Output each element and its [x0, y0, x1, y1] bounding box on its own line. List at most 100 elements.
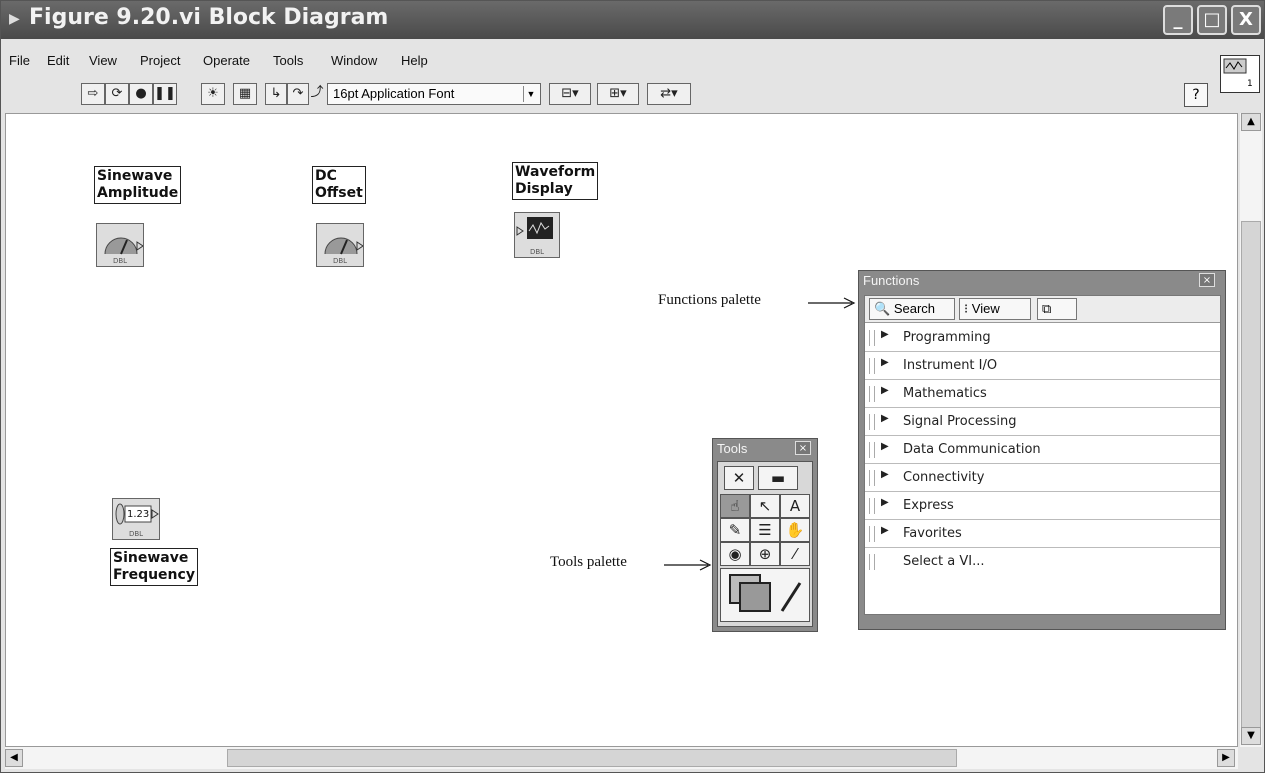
menu-bar: File Edit View Project Operate Tools Win…	[1, 53, 1201, 75]
window-title: Figure 9.20.vi Block Diagram	[29, 5, 389, 30]
search-label: Search	[893, 301, 936, 316]
step-over-icon[interactable]: ↷	[287, 83, 309, 105]
app-icon: ▶	[9, 11, 20, 27]
category-signal-processing[interactable]: ▶ Signal Processing	[865, 408, 1220, 436]
menu-edit[interactable]: Edit	[47, 53, 69, 68]
expand-triangle-icon: ▶	[881, 357, 889, 368]
minimize-button[interactable]: _	[1163, 5, 1193, 35]
category-label: Data Communication	[903, 442, 1041, 457]
label-sinewave-frequency[interactable]: Sinewave Frequency	[110, 548, 198, 586]
close-button[interactable]: X	[1231, 5, 1261, 35]
highlight-execution-icon[interactable]: ☀	[201, 83, 225, 105]
category-programming[interactable]: ▶ Programming	[865, 324, 1220, 352]
category-favorites[interactable]: ▶ Favorites	[865, 520, 1220, 548]
connect-wire-tool-icon[interactable]: ✎	[720, 518, 750, 542]
menu-file[interactable]: File	[9, 53, 30, 68]
menu-view[interactable]: View	[89, 53, 117, 68]
step-out-icon[interactable]: ⤴	[309, 83, 325, 105]
distribute-objects-icon[interactable]: ⊞▾	[597, 83, 639, 105]
functions-palette[interactable]: Functions × 🔍 Search ⁝ View ⧉ ▶ Programm…	[858, 270, 1226, 630]
grip-icon	[869, 526, 875, 542]
run-continuously-icon[interactable]: ⟳	[105, 83, 129, 105]
functions-palette-body: 🔍 Search ⁝ View ⧉ ▶ Programming ▶ Instru…	[864, 295, 1221, 615]
block-diagram-canvas[interactable]: Sinewave Amplitude DBL DC Offset DBL Wav…	[5, 113, 1238, 747]
category-connectivity[interactable]: ▶ Connectivity	[865, 464, 1220, 492]
title-bar[interactable]: ▶ Figure 9.20.vi Block Diagram _ □ X	[1, 1, 1264, 39]
category-express[interactable]: ▶ Express	[865, 492, 1220, 520]
scroll-right-icon[interactable]: ▶	[1217, 749, 1235, 767]
callout-text: Functions palette	[658, 292, 761, 308]
operate-value-tool-icon[interactable]: ☝	[720, 494, 750, 518]
restore-palette-button[interactable]: ⧉	[1037, 298, 1077, 320]
shortcut-menu-tool-icon[interactable]: ☰	[750, 518, 780, 542]
grip-icon	[869, 442, 875, 458]
functions-palette-title: Functions	[863, 273, 920, 288]
probe-tool-icon[interactable]: ⊕	[750, 542, 780, 566]
scroll-up-icon[interactable]: ▲	[1241, 113, 1261, 131]
category-label: Signal Processing	[903, 414, 1017, 429]
label-line: Display	[515, 181, 573, 197]
chevron-down-icon: ▼	[523, 86, 538, 102]
knob-terminal[interactable]: DBL	[96, 223, 144, 267]
menu-operate[interactable]: Operate	[203, 53, 250, 68]
label-sinewave-amplitude[interactable]: Sinewave Amplitude	[94, 166, 182, 204]
type-label: DBL	[529, 248, 545, 256]
scroll-window-tool-icon[interactable]: ✋	[780, 518, 810, 542]
pause-icon[interactable]: ❚❚	[153, 83, 177, 105]
callout-tools-palette: Tools palette	[550, 554, 627, 571]
menu-window[interactable]: Window	[331, 53, 377, 68]
type-label: DBL	[128, 530, 144, 538]
knob-icon	[104, 237, 144, 255]
step-into-icon[interactable]: ↳	[265, 83, 287, 105]
context-help-button[interactable]: ?	[1184, 83, 1208, 107]
grip-icon	[869, 554, 875, 570]
category-data-communication[interactable]: ▶ Data Communication	[865, 436, 1220, 464]
view-button[interactable]: ⁝ View	[959, 298, 1031, 320]
knob-terminal[interactable]: DBL	[316, 223, 364, 267]
label-line: DC	[315, 168, 337, 184]
edit-text-tool-icon[interactable]: A	[780, 494, 810, 518]
vertical-scroll-thumb[interactable]	[1241, 221, 1261, 731]
reorder-icon[interactable]: ⇄▾	[647, 83, 691, 105]
callout-functions-palette: Functions palette	[658, 292, 761, 309]
breakpoint-tool-icon[interactable]: ◉	[720, 542, 750, 566]
functions-palette-close-button[interactable]: ×	[1199, 273, 1215, 287]
search-button[interactable]: 🔍 Search	[869, 298, 955, 320]
arrow-right-icon	[808, 297, 856, 309]
menu-help[interactable]: Help	[401, 53, 428, 68]
category-mathematics[interactable]: ▶ Mathematics	[865, 380, 1220, 408]
set-color-tool-icon[interactable]	[720, 568, 810, 622]
menu-project[interactable]: Project	[140, 53, 180, 68]
run-arrow-icon[interactable]: ⇨	[81, 83, 105, 105]
scroll-down-icon[interactable]: ▼	[1241, 727, 1261, 745]
retain-wire-values-icon[interactable]: ▦	[233, 83, 257, 105]
vertical-scrollbar[interactable]: ▲ ▼	[1240, 113, 1262, 747]
font-select[interactable]: 16pt Application Font ▼	[327, 83, 541, 105]
callout-text: Tools palette	[550, 554, 627, 570]
horizontal-scroll-thumb[interactable]	[227, 749, 957, 767]
get-color-tool-icon[interactable]: ⁄	[780, 542, 810, 566]
abort-icon[interactable]: ●	[129, 83, 153, 105]
label-dc-offset[interactable]: DC Offset	[312, 166, 366, 204]
select-vi-label: Select a VI...	[903, 554, 985, 569]
auto-selection-toggle[interactable]: ▬	[758, 466, 798, 490]
automatic-tool-icon[interactable]: ✕	[724, 466, 754, 490]
tools-palette-close-button[interactable]: ×	[795, 441, 811, 455]
position-tool-icon[interactable]: ↖	[750, 494, 780, 518]
labview-window: ▶ Figure 9.20.vi Block Diagram _ □ X Fil…	[0, 0, 1265, 773]
expand-triangle-icon: ▶	[881, 385, 889, 396]
label-waveform-display[interactable]: Waveform Display	[512, 162, 599, 200]
waveform-terminal[interactable]: DBL	[514, 212, 560, 258]
maximize-button[interactable]: □	[1197, 5, 1227, 35]
horizontal-scrollbar[interactable]: ◀ ▶	[5, 747, 1238, 769]
tools-palette[interactable]: Tools × ✕ ▬ ☝ ↖ A ✎ ☰ ✋ ◉ ⊕ ⁄	[712, 438, 818, 632]
scroll-left-icon[interactable]: ◀	[5, 749, 23, 767]
select-a-vi-item[interactable]: Select a VI...	[865, 548, 1220, 576]
label-line: Sinewave	[113, 550, 189, 566]
category-instrument-io[interactable]: ▶ Instrument I/O	[865, 352, 1220, 380]
align-objects-icon[interactable]: ⊟▾	[549, 83, 591, 105]
expand-triangle-icon: ▶	[881, 497, 889, 508]
expand-triangle-icon: ▶	[881, 441, 889, 452]
numeric-terminal[interactable]: 1.23 DBL	[112, 498, 160, 540]
menu-tools[interactable]: Tools	[273, 53, 303, 68]
